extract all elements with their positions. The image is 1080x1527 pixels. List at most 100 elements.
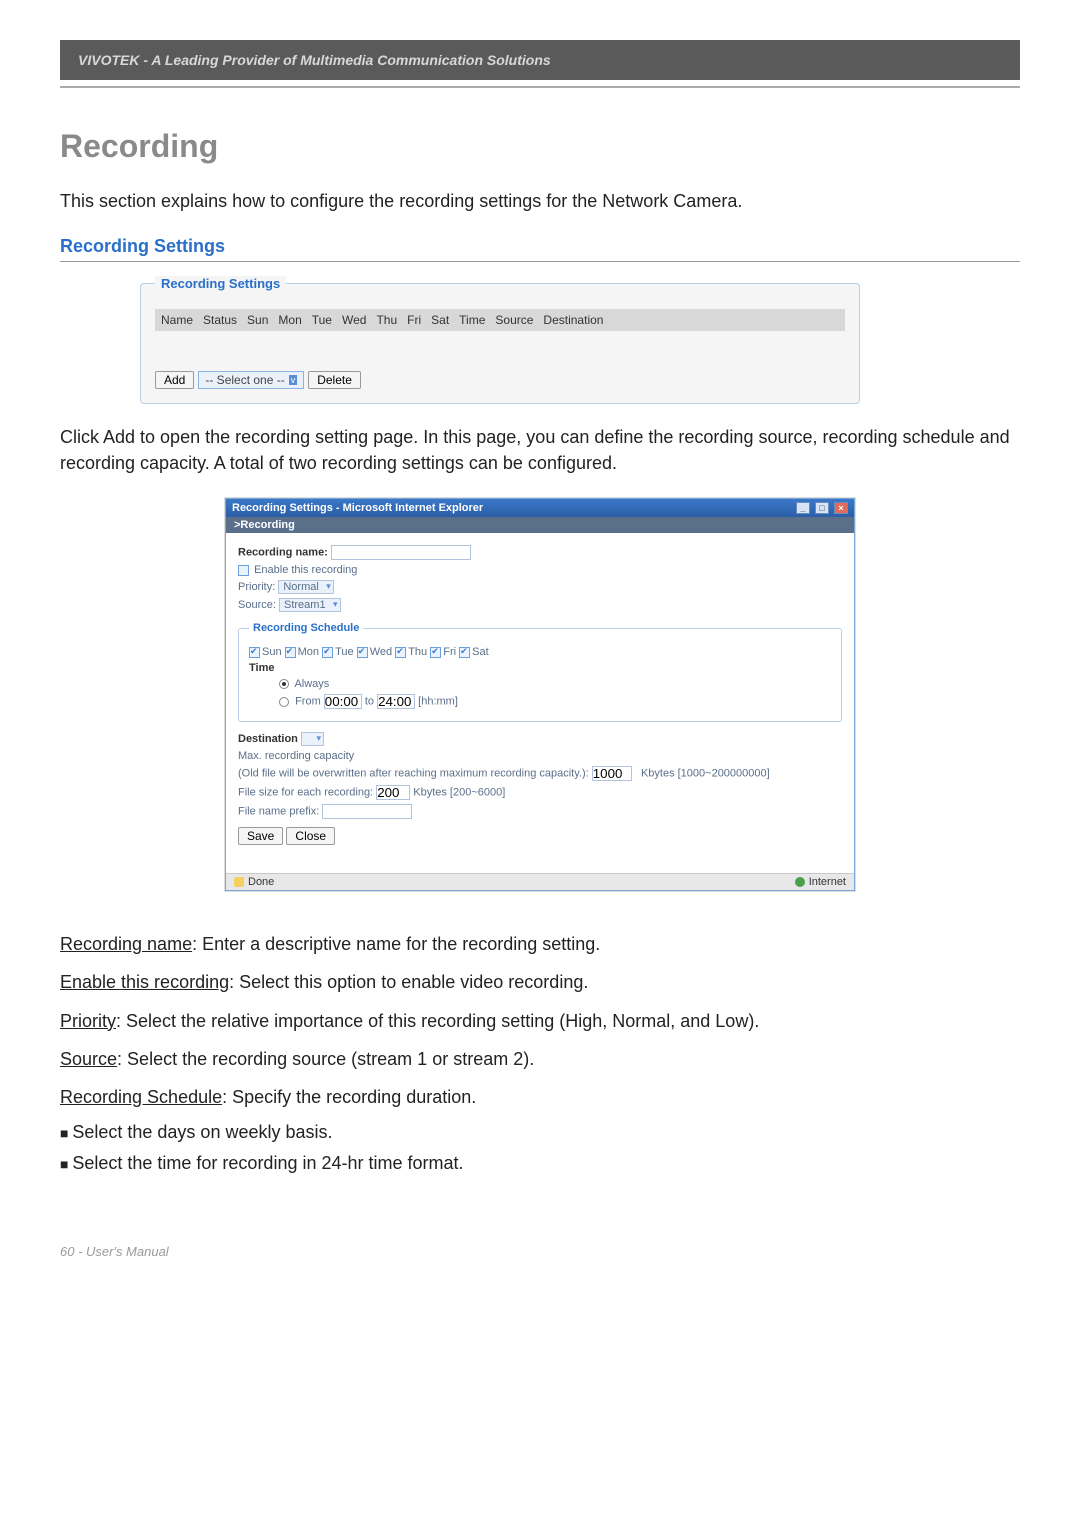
enable-recording-checkbox[interactable] <box>238 565 249 576</box>
day-sat: Sat <box>472 646 489 658</box>
page-footer: 60 - User's Manual <box>60 1244 1020 1259</box>
desc-source-t: : Select the recording source (stream 1 … <box>117 1049 534 1069</box>
source-select[interactable]: Stream1 <box>279 598 341 612</box>
priority-select[interactable]: Normal <box>278 580 333 594</box>
day-tue: Tue <box>335 646 354 658</box>
col-thu: Thu <box>376 313 397 327</box>
day-fri-checkbox[interactable] <box>430 647 441 658</box>
desc-source: Source: Select the recording source (str… <box>60 1046 1020 1072</box>
recording-schedule-legend: Recording Schedule <box>249 622 363 634</box>
ie-status-bar: Done Internet <box>226 873 854 890</box>
day-sun: Sun <box>262 646 282 658</box>
destination-select[interactable] <box>301 732 324 746</box>
chevron-down-icon: v <box>289 375 298 385</box>
day-wed: Wed <box>370 646 392 658</box>
overwrite-input[interactable] <box>592 766 632 781</box>
ie-breadcrumb: >Recording <box>226 517 854 533</box>
time-from-label: From <box>295 696 321 708</box>
time-hhmm-hint: [hh:mm] <box>418 696 458 708</box>
filesize-label: File size for each recording: <box>238 787 373 799</box>
desc-schedule-u: Recording Schedule <box>60 1087 222 1107</box>
priority-label: Priority: <box>238 581 275 593</box>
col-sun: Sun <box>247 313 268 327</box>
time-from-radio[interactable] <box>279 697 289 707</box>
desc-enable-u: Enable this recording <box>60 972 229 992</box>
day-mon-checkbox[interactable] <box>285 647 296 658</box>
desc-schedule-t: : Specify the recording duration. <box>222 1087 476 1107</box>
select-recording[interactable]: -- Select one -- v <box>198 371 304 389</box>
days-row: Sun Mon Tue Wed Thu Fri Sat <box>249 646 831 658</box>
col-tue: Tue <box>312 313 332 327</box>
day-thu: Thu <box>408 646 427 658</box>
day-sun-checkbox[interactable] <box>249 647 260 658</box>
ie-title-text: Recording Settings - Microsoft Internet … <box>232 502 483 514</box>
bullet-time: Select the time for recording in 24-hr t… <box>60 1153 1020 1174</box>
page-title: Recording <box>60 128 1020 165</box>
paragraph-after-panel: Click Add to open the recording setting … <box>60 424 1020 476</box>
desc-priority: Priority: Select the relative importance… <box>60 1008 1020 1034</box>
recording-name-input[interactable] <box>331 545 471 560</box>
col-fri: Fri <box>407 313 421 327</box>
source-label: Source: <box>238 599 276 611</box>
day-tue-checkbox[interactable] <box>322 647 333 658</box>
desc-priority-u: Priority <box>60 1011 116 1031</box>
add-button[interactable]: Add <box>155 371 194 389</box>
globe-icon <box>795 877 805 887</box>
filesize-input[interactable] <box>376 785 410 800</box>
maximize-icon[interactable]: □ <box>815 502 829 514</box>
filesize-suffix: Kbytes [200~6000] <box>413 787 505 799</box>
save-button[interactable]: Save <box>238 827 283 845</box>
time-to-input[interactable] <box>377 694 415 709</box>
subhead-recording-settings: Recording Settings <box>60 236 1020 262</box>
recording-schedule-fieldset: Recording Schedule Sun Mon Tue Wed Thu F… <box>238 622 842 722</box>
col-destination: Destination <box>543 313 603 327</box>
close-button[interactable]: Close <box>286 827 335 845</box>
delete-button[interactable]: Delete <box>308 371 361 389</box>
header-banner: VIVOTEK - A Leading Provider of Multimed… <box>60 40 1020 80</box>
desc-priority-t: : Select the relative importance of this… <box>116 1011 759 1031</box>
time-label: Time <box>249 662 274 674</box>
day-wed-checkbox[interactable] <box>357 647 368 658</box>
overwrite-label: (Old file will be overwritten after reac… <box>238 768 589 780</box>
col-source: Source <box>495 313 533 327</box>
recording-name-label: Recording name: <box>238 547 328 559</box>
desc-recording-name: Recording name: Enter a descriptive name… <box>60 931 1020 957</box>
ie-titlebar: Recording Settings - Microsoft Internet … <box>226 499 854 517</box>
select-recording-text: -- Select one -- <box>205 373 284 387</box>
day-sat-checkbox[interactable] <box>459 647 470 658</box>
col-wed: Wed <box>342 313 366 327</box>
day-mon: Mon <box>298 646 319 658</box>
bullet-days: Select the days on weekly basis. <box>60 1122 1020 1143</box>
time-from-input[interactable] <box>324 694 362 709</box>
ie-window: Recording Settings - Microsoft Internet … <box>225 498 855 891</box>
desc-recording-name-u: Recording name <box>60 934 192 954</box>
window-buttons: _ □ × <box>794 502 848 514</box>
intro-text: This section explains how to configure t… <box>60 189 1020 214</box>
overwrite-suffix: Kbytes [1000~200000000] <box>641 768 770 780</box>
desc-enable: Enable this recording: Select this optio… <box>60 969 1020 995</box>
recording-settings-panel: Recording Settings Name Status Sun Mon T… <box>140 276 860 404</box>
day-thu-checkbox[interactable] <box>395 647 406 658</box>
done-icon <box>234 877 244 887</box>
desc-enable-t: : Select this option to enable video rec… <box>229 972 588 992</box>
destination-label: Destination <box>238 733 298 745</box>
col-sat: Sat <box>431 313 449 327</box>
enable-recording-label: Enable this recording <box>254 564 357 576</box>
col-status: Status <box>203 313 237 327</box>
prefix-label: File name prefix: <box>238 806 319 818</box>
rs-legend: Recording Settings <box>155 276 286 291</box>
close-icon[interactable]: × <box>834 502 848 514</box>
header-underline <box>60 86 1020 88</box>
time-to-label: to <box>365 696 374 708</box>
status-done-text: Done <box>248 876 274 888</box>
minimize-icon[interactable]: _ <box>796 502 810 514</box>
desc-source-u: Source <box>60 1049 117 1069</box>
time-always-radio[interactable] <box>279 679 289 689</box>
day-fri: Fri <box>443 646 456 658</box>
desc-schedule: Recording Schedule: Specify the recordin… <box>60 1084 1020 1110</box>
col-name: Name <box>161 313 193 327</box>
rs-header-row: Name Status Sun Mon Tue Wed Thu Fri Sat … <box>155 309 845 331</box>
prefix-input[interactable] <box>322 804 412 819</box>
col-mon: Mon <box>278 313 301 327</box>
col-time: Time <box>459 313 485 327</box>
